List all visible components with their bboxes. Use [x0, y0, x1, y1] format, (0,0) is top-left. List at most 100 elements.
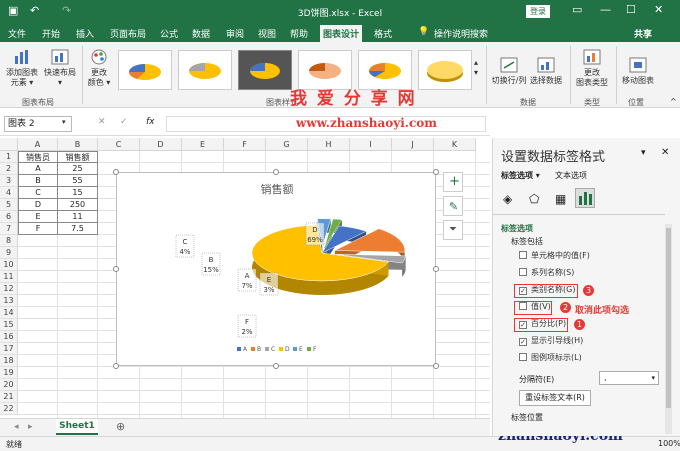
row-header[interactable]: 9	[0, 247, 18, 259]
resize-handle[interactable]	[113, 266, 119, 272]
column-header[interactable]: B	[58, 138, 98, 151]
select-all-corner[interactable]	[0, 138, 18, 151]
row-header[interactable]: 15	[0, 319, 18, 331]
table-cell[interactable]: 250	[58, 199, 98, 211]
row-header[interactable]: 17	[0, 343, 18, 355]
effects-icon[interactable]: ⬠	[529, 192, 539, 206]
table-cell[interactable]: C	[18, 187, 58, 199]
styles-scroll-icon[interactable]: ▴ ▾	[474, 58, 478, 78]
table-cell[interactable]: 销售额	[58, 151, 98, 163]
row-header[interactable]: 5	[0, 199, 18, 211]
tab-view[interactable]: 视图	[258, 27, 276, 40]
row-header[interactable]: 6	[0, 211, 18, 223]
table-cell[interactable]: 11	[58, 211, 98, 223]
change-chart-type-button[interactable]: 更改 图表类型	[574, 48, 610, 88]
column-header[interactable]: J	[392, 138, 434, 151]
table-cell[interactable]: 销售员	[18, 151, 58, 163]
row-header[interactable]: 11	[0, 271, 18, 283]
chart-style-2[interactable]	[178, 50, 232, 90]
column-header[interactable]: E	[182, 138, 224, 151]
change-colors-button[interactable]: 更改 颜色 ▾	[86, 48, 112, 88]
data-label-E[interactable]: E 3%	[259, 272, 279, 296]
size-properties-icon[interactable]: ▦	[555, 192, 566, 206]
row-header[interactable]: 13	[0, 295, 18, 307]
cancel-icon[interactable]: ✕	[98, 117, 106, 127]
separator-select[interactable]: , ▾	[599, 371, 659, 385]
label-option-checkbox[interactable]: 单元格中的值(F)	[519, 250, 590, 262]
name-box-dropdown-icon[interactable]: ▾	[62, 118, 66, 126]
resize-handle[interactable]	[273, 169, 279, 175]
row-header[interactable]: 19	[0, 367, 18, 379]
quick-layout-button[interactable]: 快速布局 ▾	[42, 48, 78, 88]
chart-filters-button[interactable]: ⏷	[443, 220, 463, 240]
row-header[interactable]: 4	[0, 187, 18, 199]
table-cell[interactable]: 55	[58, 175, 98, 187]
data-label-D[interactable]: D 69%	[305, 222, 325, 246]
fill-line-icon[interactable]: ◈	[503, 192, 512, 206]
row-header[interactable]: 12	[0, 283, 18, 295]
table-cell[interactable]: 7.5	[58, 223, 98, 235]
chart-style-1[interactable]	[118, 50, 172, 90]
column-header[interactable]: G	[266, 138, 308, 151]
tab-chart-design[interactable]: 图表设计	[320, 25, 363, 43]
row-header[interactable]: 18	[0, 355, 18, 367]
row-header[interactable]: 20	[0, 379, 18, 391]
chart-elements-button[interactable]: +	[443, 172, 463, 192]
maximize-icon[interactable]: ☐	[626, 3, 636, 16]
close-icon[interactable]: ✕	[654, 3, 663, 16]
resize-handle[interactable]	[433, 169, 439, 175]
confirm-icon[interactable]: ✓	[120, 117, 128, 127]
switch-row-column-button[interactable]: 切换行/列	[490, 56, 528, 86]
row-header[interactable]: 1	[0, 151, 18, 163]
tab-data[interactable]: 数据	[192, 27, 210, 40]
data-label-C[interactable]: C 4%	[175, 234, 195, 258]
move-chart-button[interactable]: 移动图表	[620, 56, 656, 86]
resize-handle[interactable]	[433, 266, 439, 272]
reset-label-text-button[interactable]: 重设标签文本(R)	[519, 390, 591, 406]
data-label-F[interactable]: F 2%	[237, 314, 257, 338]
ribbon-display-icon[interactable]: ▭	[572, 3, 582, 16]
table-cell[interactable]: E	[18, 211, 58, 223]
tab-text-options[interactable]: 文本选项	[555, 170, 587, 181]
resize-handle[interactable]	[433, 363, 439, 369]
zoom-level[interactable]: 100%	[658, 439, 680, 448]
pie-chart[interactable]: 销售额 A 7% B 15% C 4% D 69% E 3% F 2% A B C D E F	[116, 172, 436, 366]
label-option-checkbox[interactable]: 图例项标示(L)	[519, 352, 582, 364]
collapse-ribbon-icon[interactable]: ^	[670, 97, 677, 106]
pane-close-icon[interactable]: ✕	[661, 147, 669, 158]
row-header[interactable]: 8	[0, 235, 18, 247]
row-header[interactable]: 2	[0, 163, 18, 175]
column-header[interactable]: K	[434, 138, 476, 151]
row-header[interactable]: 10	[0, 259, 18, 271]
column-header[interactable]: A	[18, 138, 58, 151]
resize-handle[interactable]	[113, 169, 119, 175]
row-header[interactable]: 16	[0, 331, 18, 343]
tab-format[interactable]: 格式	[374, 27, 392, 40]
fx-icon[interactable]: fx	[146, 117, 155, 127]
table-cell[interactable]: B	[18, 175, 58, 187]
pie-plot[interactable]: A 7% B 15% C 4% D 69% E 3% F 2% A B C D E F	[117, 173, 437, 367]
sheet-tab[interactable]: Sheet1	[56, 419, 98, 435]
chart-style-3[interactable]	[238, 50, 292, 90]
table-cell[interactable]: 25	[58, 163, 98, 175]
column-header[interactable]: F	[224, 138, 266, 151]
table-cell[interactable]: A	[18, 163, 58, 175]
resize-handle[interactable]	[113, 363, 119, 369]
row-header[interactable]: 7	[0, 223, 18, 235]
chart-styles-button[interactable]: ✎	[443, 196, 463, 216]
column-header[interactable]: C	[98, 138, 140, 151]
pane-menu-icon[interactable]: ▾	[641, 148, 646, 158]
row-header[interactable]: 3	[0, 175, 18, 187]
table-cell[interactable]: D	[18, 199, 58, 211]
login-button[interactable]: 登录	[526, 5, 550, 18]
label-option-checkbox[interactable]: ✓ 显示引导线(H)	[519, 335, 583, 347]
data-label-B[interactable]: B 15%	[201, 252, 221, 276]
tell-me-search[interactable]: 操作说明搜索	[434, 27, 488, 40]
column-header[interactable]: I	[350, 138, 392, 151]
tab-file[interactable]: 文件	[8, 27, 26, 40]
tab-insert[interactable]: 插入	[76, 27, 94, 40]
label-options-icon[interactable]	[575, 188, 595, 208]
tab-page-layout[interactable]: 页面布局	[110, 27, 146, 40]
section-label-options[interactable]: 标签选项	[501, 223, 533, 234]
chart-style-6[interactable]	[418, 50, 472, 90]
